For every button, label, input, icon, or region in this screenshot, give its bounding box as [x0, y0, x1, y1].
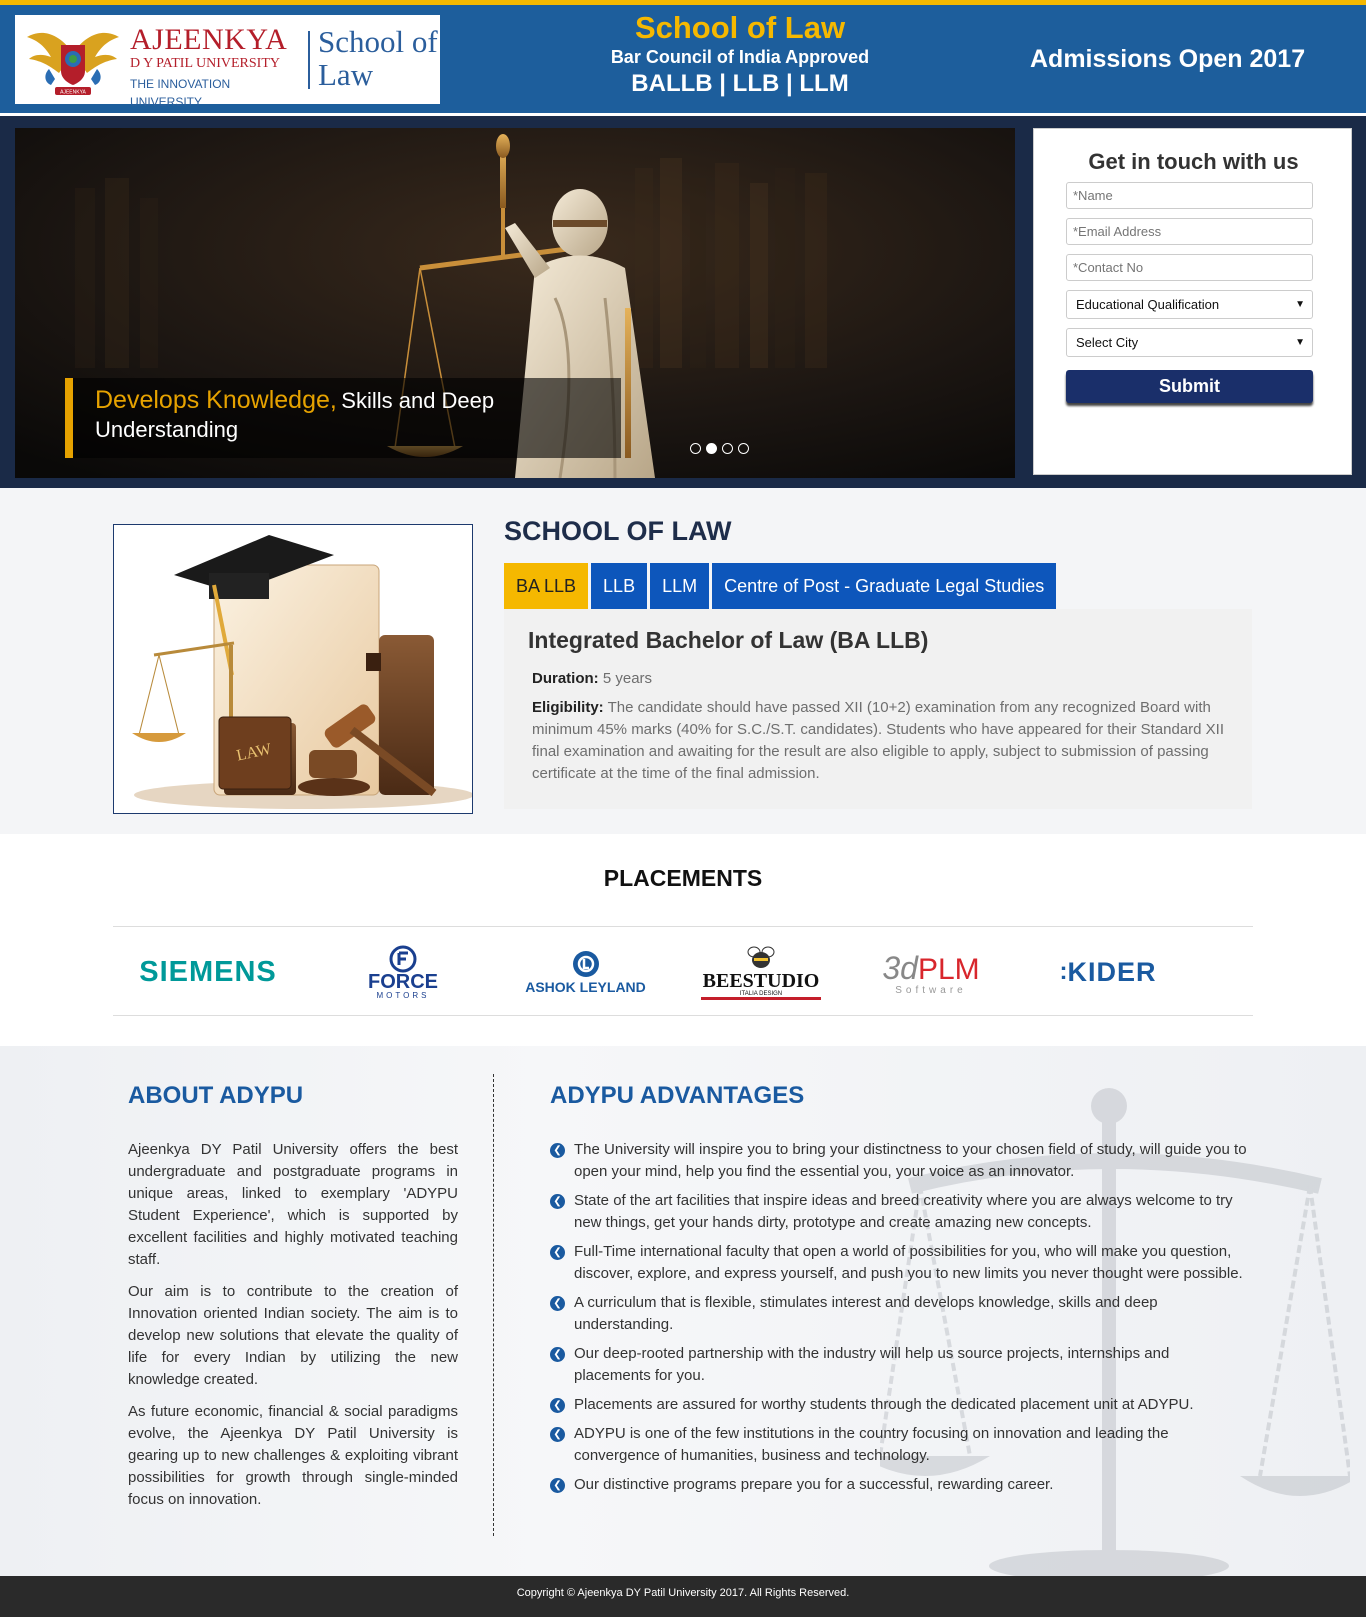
eligibility-label: Eligibility:	[532, 699, 604, 716]
law-books-gavel-image: LAW	[114, 525, 472, 813]
copyright-text: Copyright © Ajeenkya DY Patil University…	[516, 1587, 850, 1599]
slider-dot[interactable]	[722, 443, 733, 454]
force-motors-logo: FORCE MOTORS	[328, 927, 478, 1017]
chevron-left-icon: ❮	[550, 1398, 565, 1413]
caption-highlight: Develops Knowledge,	[95, 386, 337, 414]
contact-input[interactable]	[1066, 254, 1313, 281]
advantages-list: ❮ The University will inspire you to brin…	[550, 1139, 1250, 1496]
tab-ba-llb[interactable]: BA LLB	[504, 563, 589, 609]
kider-logo: : KIDER	[1059, 956, 1157, 987]
qualification-select[interactable]: Educational Qualification ▼	[1066, 290, 1313, 319]
list-item: ❮ A curriculum that is flexible, stimulat…	[550, 1292, 1250, 1336]
school-title: SCHOOL OF LAW	[504, 516, 732, 546]
eligibility-value: The candidate should have passed XII (10…	[532, 699, 1224, 782]
chevron-left-icon: ❮	[550, 1427, 565, 1442]
siemens-logo: SIEMENS	[139, 955, 277, 988]
site-header: AJEENKYA AJEENKYA D Y PATIL UNIVERSITY T…	[0, 0, 1366, 116]
chevron-left-icon: ❮	[550, 1245, 565, 1260]
list-item: ❮ Our deep-rooted partnership with the in…	[550, 1343, 1250, 1387]
header-center: School of Law Bar Council of India Appro…	[560, 11, 920, 99]
dropdown-arrow-icon: ▼	[1295, 299, 1305, 310]
form-title: Get in touch with us	[1088, 149, 1299, 174]
placements-title: PLACEMENTS	[603, 865, 763, 891]
logo-university-sub: D Y PATIL UNIVERSITY	[130, 56, 280, 71]
chevron-left-icon: ❮	[550, 1478, 565, 1493]
list-item: ❮ ADYPU is one of the few institutions in…	[550, 1423, 1250, 1467]
ashok-leyland-logo: ASHOK LEYLAND	[508, 927, 663, 1017]
university-logo[interactable]: AJEENKYA AJEENKYA D Y PATIL UNIVERSITY T…	[15, 15, 440, 109]
city-select[interactable]: Select City ▼	[1066, 328, 1313, 357]
force-motors-icon	[389, 945, 417, 972]
qualification-select-value: Educational Qualification	[1076, 297, 1220, 312]
bee-icon	[747, 946, 775, 968]
header-subtitle: Bar Council of India Approved	[610, 47, 870, 67]
chevron-left-icon: ❮	[550, 1143, 565, 1158]
list-item: ❮ State of the art facilities that inspir…	[550, 1190, 1250, 1234]
logo-tagline: THE INNOVATION UNIVERSITY	[130, 77, 231, 109]
email-input[interactable]	[1066, 218, 1313, 245]
site-footer: Copyright © Ajeenkya DY Patil University…	[0, 1576, 1366, 1617]
enquiry-form: Get in touch with us Educational Qualifi…	[1033, 128, 1352, 475]
program-tab-panel: Integrated Bachelor of Law (BA LLB) Dura…	[504, 609, 1252, 809]
duration-row: Duration: 5 years	[528, 668, 1228, 690]
hero-section: Develops Knowledge, Skills and Deep Unde…	[0, 116, 1366, 488]
column-divider	[493, 1074, 494, 1536]
chevron-left-icon: ❮	[550, 1194, 565, 1209]
slider-dot[interactable]	[690, 443, 701, 454]
about-paragraph: Our aim is to contribute to the creation…	[128, 1283, 458, 1388]
submit-button[interactable]: Submit	[1066, 370, 1313, 403]
slider-dot-active[interactable]	[706, 443, 717, 454]
eligibility-row: Eligibility: The candidate should have p…	[528, 697, 1228, 785]
logo-university-name: AJEENKYA	[130, 23, 288, 56]
list-item: ❮ Placements are assured for worthy stude…	[550, 1394, 1250, 1416]
3dplm-logo: 3dPLM Software	[882, 949, 980, 996]
list-item: ❮ The University will inspire you to brin…	[550, 1139, 1250, 1183]
tab-post-graduate-studies[interactable]: Centre of Post - Graduate Legal Studies	[712, 563, 1057, 609]
about-section: ABOUT ADYPU Ajeenkya DY Patil University…	[0, 1046, 1366, 1576]
list-item: ❮ Our distinctive programs prepare you fo…	[550, 1474, 1250, 1496]
caption-line2: Understanding	[95, 417, 239, 442]
kider-mark-icon: :	[1059, 958, 1068, 985]
about-column: ABOUT ADYPU Ajeenkya DY Patil University…	[128, 1082, 458, 1521]
placement-logos: SIEMENS FORCE MOTORS ASHOK LEYLAND BEEST…	[113, 926, 1253, 1016]
logo-school-line2: Law	[318, 57, 374, 92]
chevron-left-icon: ❮	[550, 1296, 565, 1311]
city-select-value: Select City	[1076, 335, 1139, 350]
advantages-column: ADYPU ADVANTAGES ❮ The University will in…	[550, 1082, 1250, 1503]
name-input[interactable]	[1066, 182, 1313, 209]
program-title: Integrated Bachelor of Law (BA LLB)	[528, 627, 929, 653]
caption-rest: Skills and Deep	[341, 388, 495, 413]
logo-school-line1: School of	[318, 24, 438, 59]
about-paragraph: As future economic, financial & social p…	[128, 1403, 458, 1508]
about-paragraph: Ajeenkya DY Patil University offers the …	[128, 1141, 458, 1268]
svg-text:AJEENKYA: AJEENKYA	[60, 90, 86, 96]
beestudio-logo: BEESTUDIO ITALIA DESIGN	[691, 927, 831, 1017]
about-title: ABOUT ADYPU	[128, 1082, 304, 1109]
university-crest-icon: AJEENKYA	[27, 32, 119, 96]
slider-dot[interactable]	[738, 443, 749, 454]
tab-llm[interactable]: LLM	[650, 563, 710, 609]
dropdown-arrow-icon: ▼	[1295, 337, 1305, 348]
list-item: ❮ Full-Time international faculty that op…	[550, 1241, 1250, 1285]
admissions-banner: Admissions Open 2017	[1030, 45, 1306, 73]
logo-wordmark: AJEENKYA D Y PATIL UNIVERSITY THE INNOVA…	[130, 25, 290, 111]
hero-slider[interactable]: Develops Knowledge, Skills and Deep Unde…	[15, 128, 1015, 478]
ashok-leyland-icon	[572, 951, 599, 977]
slider-dots	[690, 443, 749, 454]
duration-value: 5 years	[602, 670, 653, 687]
advantages-title: ADYPU ADVANTAGES	[550, 1082, 805, 1109]
law-illustration: LAW	[113, 524, 473, 814]
slide-caption: Develops Knowledge, Skills and Deep Unde…	[65, 378, 621, 458]
school-of-law-section: LAW SCHOOL OF LAW BA LLB LLB LLM Centre …	[0, 488, 1366, 834]
program-tabs: BA LLB LLB LLM Centre of Post - Graduate…	[504, 563, 1057, 609]
chevron-left-icon: ❮	[550, 1347, 565, 1362]
duration-label: Duration:	[532, 670, 599, 687]
header-title: School of Law	[634, 10, 846, 45]
logo-divider	[308, 31, 310, 89]
logo-school-name: School of Law	[318, 25, 438, 91]
tab-llb[interactable]: LLB	[591, 563, 648, 609]
header-programs: BALLB | LLB | LLM	[631, 70, 849, 97]
